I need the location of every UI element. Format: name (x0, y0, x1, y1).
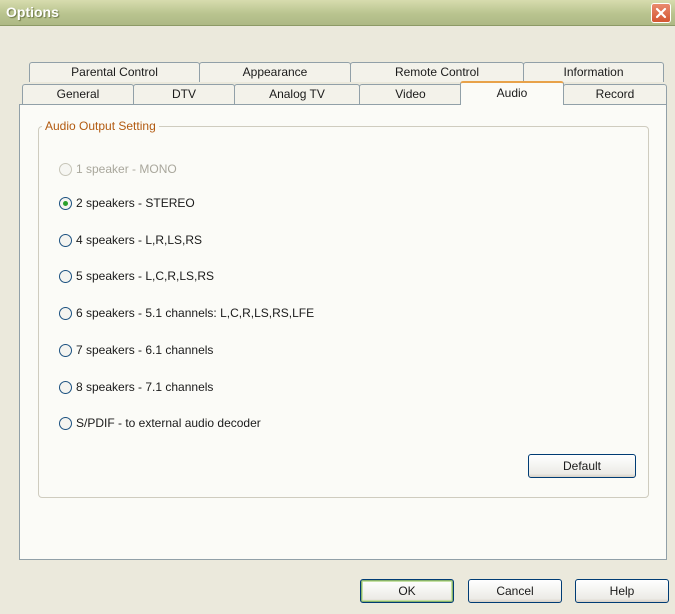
tab-label: Information (563, 65, 624, 79)
tab-label: Record (595, 87, 635, 101)
radio-option-5-speakers[interactable]: 5 speakers - L,C,R,LS,RS (59, 267, 214, 285)
radio-button-6-speakers[interactable] (59, 306, 72, 320)
radio-label: 7 speakers - 6.1 channels (76, 343, 214, 357)
radio-label: 5 speakers - L,C,R,LS,RS (76, 269, 215, 283)
radio-option-4-speakers[interactable]: 4 speakers - L,R,LS,RS (59, 231, 202, 249)
radio-label: 2 speakers - STEREO (76, 196, 195, 210)
radio-option-8-speakers[interactable]: 8 speakers - 7.1 channels (59, 378, 213, 396)
radio-label: 1 speaker - MONO (76, 162, 177, 176)
title-bar[interactable]: Options (0, 0, 675, 26)
radio-option-6-speakers[interactable]: 6 speakers - 5.1 channels: L,C,R,LS,RS,L… (59, 304, 314, 322)
tab-label: Appearance (242, 65, 308, 79)
radio-label: 8 speakers - 7.1 channels (76, 380, 214, 394)
tab-label: Video (395, 87, 426, 101)
radio-option-7-speakers[interactable]: 7 speakers - 6.1 channels (59, 341, 213, 359)
radio-button-4-speakers[interactable] (59, 233, 72, 247)
radio-label: S/PDIF - to external audio decoder (76, 416, 261, 430)
tab-general[interactable]: General (22, 84, 134, 104)
tab-label: General (56, 87, 100, 101)
tab-information[interactable]: Information (523, 62, 664, 82)
radio-button-8-speakers[interactable] (59, 380, 72, 394)
close-button[interactable] (651, 3, 671, 23)
radio-label: 6 speakers - 5.1 channels: L,C,R,LS,RS,L… (76, 306, 315, 320)
window-title: Options (6, 4, 59, 20)
radio-button-stereo[interactable] (59, 196, 72, 210)
tab-audio[interactable]: Audio (460, 81, 564, 105)
help-button[interactable]: Help (575, 579, 669, 603)
cancel-button[interactable]: Cancel (468, 579, 562, 603)
radio-button-mono (59, 162, 72, 176)
radio-option-stereo[interactable]: 2 speakers - STEREO (59, 194, 195, 212)
ok-button[interactable]: OK (360, 579, 454, 603)
radio-button-7-speakers[interactable] (59, 343, 72, 357)
audio-output-group: Audio Output Setting 1 speaker - MONO 2 … (38, 119, 649, 498)
tab-label: Parental Control (71, 65, 158, 79)
tab-appearance[interactable]: Appearance (199, 62, 351, 82)
tab-dtv[interactable]: DTV (133, 84, 235, 104)
group-label: Audio Output Setting (42, 119, 159, 133)
default-button[interactable]: Default (528, 454, 636, 478)
tab-label: Audio (496, 86, 528, 100)
radio-option-mono: 1 speaker - MONO (59, 160, 177, 178)
radio-button-5-speakers[interactable] (59, 269, 72, 283)
tab-label: Remote Control (394, 65, 480, 79)
tab-parental-control[interactable]: Parental Control (29, 62, 200, 82)
close-icon (655, 7, 667, 19)
radio-button-spdif[interactable] (59, 416, 72, 430)
tab-analog-tv[interactable]: Analog TV (234, 84, 360, 104)
radio-label: 4 speakers - L,R,LS,RS (76, 233, 203, 247)
audio-tab-panel: Audio Output Setting 1 speaker - MONO 2 … (19, 104, 667, 560)
tab-label: Analog TV (269, 87, 325, 101)
tab-record[interactable]: Record (563, 84, 667, 104)
options-dialog: Options Parental Control Appearance Remo… (0, 0, 675, 614)
radio-option-spdif[interactable]: S/PDIF - to external audio decoder (59, 414, 261, 432)
tab-remote-control[interactable]: Remote Control (350, 62, 524, 82)
tab-video[interactable]: Video (359, 84, 462, 104)
tab-label: DTV (172, 87, 196, 101)
